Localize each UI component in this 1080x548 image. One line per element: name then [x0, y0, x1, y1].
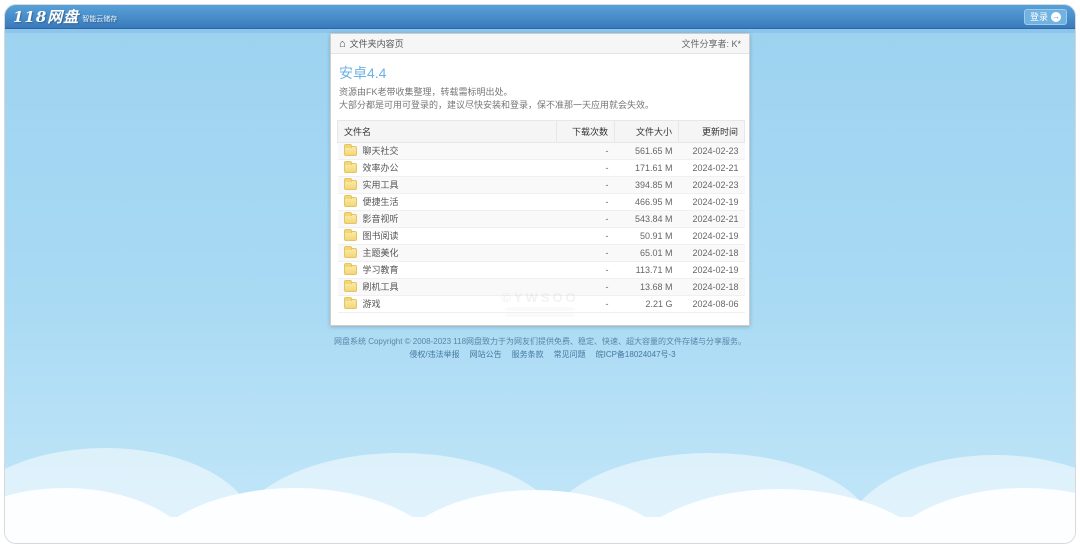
- update-date: 2024-02-21: [679, 160, 745, 177]
- table-row[interactable]: 实用工具 - 394.85 M 2024-02-23: [338, 177, 745, 194]
- page: 118网盘智能云储存 登录 → ⌂ 文件夹内容页 文件分享者: K* 安卓4.4…: [4, 4, 1076, 544]
- col-header-filesize: 文件大小: [615, 121, 679, 143]
- update-date: 2024-02-18: [679, 245, 745, 262]
- file-size: 65.01 M: [615, 245, 679, 262]
- folder-icon: [344, 248, 357, 258]
- download-count: -: [557, 211, 615, 228]
- folder-name-link[interactable]: 聊天社交: [363, 146, 399, 156]
- folder-icon: [344, 180, 357, 190]
- table-row[interactable]: 学习教育 - 113.71 M 2024-02-19: [338, 262, 745, 279]
- update-date: 2024-02-19: [679, 228, 745, 245]
- table-row[interactable]: 图书阅读 - 50.91 M 2024-02-19: [338, 228, 745, 245]
- download-count: -: [557, 160, 615, 177]
- folder-icon: [344, 197, 357, 207]
- folder-name-link[interactable]: 效率办公: [363, 163, 399, 173]
- description-line-2: 大部分都是可用可登录的，建议尽快安装和登录，保不准那一天应用就会失效。: [339, 100, 741, 111]
- breadcrumb: ⌂ 文件夹内容页 文件分享者: K*: [331, 34, 749, 54]
- file-size: 543.84 M: [615, 211, 679, 228]
- col-header-filename: 文件名: [338, 121, 557, 143]
- download-count: -: [557, 245, 615, 262]
- folder-icon: [344, 146, 357, 156]
- file-size: 171.61 M: [615, 160, 679, 177]
- footer-links-line: 侵权/违法举报 网站公告 服务条款 常见问题 皖ICP备18024047号-3: [5, 348, 1075, 361]
- update-date: 2024-08-06: [679, 296, 745, 313]
- folder-name-link[interactable]: 便捷生活: [363, 197, 399, 207]
- cloud-base: [5, 517, 1075, 543]
- download-count: -: [557, 279, 615, 296]
- folder-icon: [344, 282, 357, 292]
- file-table: 文件名 下载次数 文件大小 更新时间 聊天社交 - 561.65 M 2024-…: [337, 120, 745, 313]
- file-size: 2.21 G: [615, 296, 679, 313]
- site-logo[interactable]: 118网盘智能云储存: [13, 6, 117, 27]
- logo-text: 118网盘: [13, 8, 79, 26]
- update-date: 2024-02-23: [679, 177, 745, 194]
- update-date: 2024-02-19: [679, 262, 745, 279]
- folder-icon: [344, 231, 357, 241]
- breadcrumb-label: 文件夹内容页: [350, 37, 404, 50]
- download-count: -: [557, 262, 615, 279]
- folder-icon: [344, 163, 357, 173]
- home-icon[interactable]: ⌂: [339, 39, 346, 49]
- download-count: -: [557, 177, 615, 194]
- download-count: -: [557, 296, 615, 313]
- col-header-updated: 更新时间: [679, 121, 745, 143]
- file-table-body: 聊天社交 - 561.65 M 2024-02-23 效率办公 - 171.61…: [338, 143, 745, 313]
- logo-slogan: 智能云储存: [82, 16, 117, 23]
- folder-icon: [344, 299, 357, 309]
- file-size: 394.85 M: [615, 177, 679, 194]
- folder-name-link[interactable]: 图书阅读: [363, 231, 399, 241]
- table-row[interactable]: 聊天社交 - 561.65 M 2024-02-23: [338, 143, 745, 160]
- update-date: 2024-02-19: [679, 194, 745, 211]
- table-row[interactable]: 影音视听 - 543.84 M 2024-02-21: [338, 211, 745, 228]
- arrow-right-icon: →: [1051, 12, 1061, 22]
- table-header-row: 文件名 下载次数 文件大小 更新时间: [338, 121, 745, 143]
- update-date: 2024-02-18: [679, 279, 745, 296]
- folder-name-link[interactable]: 影音视听: [363, 214, 399, 224]
- top-navbar: 118网盘智能云储存 登录 →: [5, 5, 1075, 29]
- login-button[interactable]: 登录 →: [1024, 9, 1067, 25]
- page-title: 安卓4.4: [339, 63, 741, 83]
- update-date: 2024-02-23: [679, 143, 745, 160]
- main-content: ⌂ 文件夹内容页 文件分享者: K* 安卓4.4 资源由FK老带收集整理，转载需…: [5, 33, 1075, 361]
- download-count: -: [557, 194, 615, 211]
- footer-link-report[interactable]: 侵权/违法举报: [409, 350, 459, 359]
- table-row[interactable]: 游戏 - 2.21 G 2024-08-06: [338, 296, 745, 313]
- table-row[interactable]: 刷机工具 - 13.68 M 2024-02-18: [338, 279, 745, 296]
- table-row[interactable]: 主题美化 - 65.01 M 2024-02-18: [338, 245, 745, 262]
- footer-link-faq[interactable]: 常见问题: [554, 350, 586, 359]
- file-size: 13.68 M: [615, 279, 679, 296]
- download-count: -: [557, 143, 615, 160]
- col-header-downloads: 下载次数: [557, 121, 615, 143]
- folder-name-link[interactable]: 实用工具: [363, 180, 399, 190]
- file-size: 113.71 M: [615, 262, 679, 279]
- folder-icon: [344, 214, 357, 224]
- folder-name-link[interactable]: 刷机工具: [363, 282, 399, 292]
- file-size: 466.95 M: [615, 194, 679, 211]
- file-sharer-label: 文件分享者: K*: [681, 37, 741, 50]
- file-size: 561.65 M: [615, 143, 679, 160]
- icp-number-link[interactable]: 皖ICP备18024047号-3: [596, 350, 676, 359]
- table-row[interactable]: 效率办公 - 171.61 M 2024-02-21: [338, 160, 745, 177]
- footer-link-terms[interactable]: 服务条款: [512, 350, 544, 359]
- table-row[interactable]: 便捷生活 - 466.95 M 2024-02-19: [338, 194, 745, 211]
- folder-name-link[interactable]: 主题美化: [363, 248, 399, 258]
- file-size: 50.91 M: [615, 228, 679, 245]
- copyright-line: 网盘系统 Copyright © 2008-2023 118网盘致力于为网友们提…: [5, 335, 1075, 348]
- footer-link-announcement[interactable]: 网站公告: [470, 350, 502, 359]
- folder-icon: [344, 265, 357, 275]
- download-count: -: [557, 228, 615, 245]
- file-list-panel: ⌂ 文件夹内容页 文件分享者: K* 安卓4.4 资源由FK老带收集整理，转载需…: [330, 33, 750, 326]
- folder-name-link[interactable]: 学习教育: [363, 265, 399, 275]
- clouds-decoration: [5, 383, 1075, 543]
- page-footer: 网盘系统 Copyright © 2008-2023 118网盘致力于为网友们提…: [5, 335, 1075, 361]
- description-line-1: 资源由FK老带收集整理，转载需标明出处。: [339, 87, 741, 98]
- folder-name-link[interactable]: 游戏: [363, 299, 381, 309]
- update-date: 2024-02-21: [679, 211, 745, 228]
- login-label: 登录: [1030, 10, 1048, 24]
